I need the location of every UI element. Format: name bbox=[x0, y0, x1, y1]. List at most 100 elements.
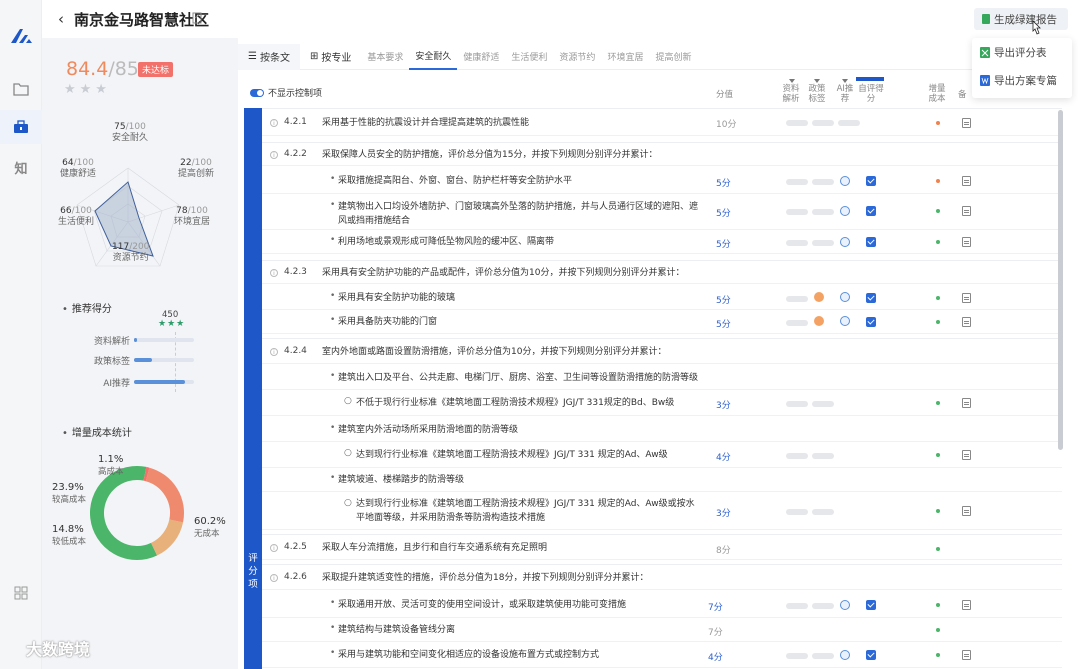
clause-table: 评分项 i 4.2.1 采用基于性能的抗震设计并合理提高建筑的抗震性能 10分 … bbox=[244, 108, 1062, 669]
tab-resources[interactable]: 资源节约 bbox=[553, 44, 601, 70]
doc-icon[interactable] bbox=[962, 506, 971, 516]
section-band-label: 评分项 bbox=[248, 553, 258, 590]
list-item[interactable]: • 建筑坡道、楼梯踏步的防滑等级 bbox=[262, 468, 1062, 492]
header: ‹ 南京金马路智慧社区 生成绿建报告 bbox=[42, 0, 1078, 38]
doc-icon[interactable] bbox=[962, 206, 971, 216]
radar-label-safety: 75/100 安全耐久 bbox=[112, 122, 149, 143]
list-item[interactable]: • 采用具备防夹功能的门窗 5分 bbox=[262, 310, 1062, 334]
self-check[interactable] bbox=[866, 206, 876, 216]
col-cost: 增量成本 bbox=[928, 84, 946, 104]
doc-icon[interactable] bbox=[962, 600, 971, 610]
control-items-toggle[interactable]: 不显示控制项 bbox=[250, 86, 322, 99]
self-check[interactable] bbox=[866, 600, 876, 610]
tab-innovation[interactable]: 提高创新 bbox=[649, 44, 697, 70]
doc-icon[interactable] bbox=[962, 237, 971, 247]
back-chevron-icon[interactable]: ‹ bbox=[58, 10, 64, 28]
doc-icon[interactable] bbox=[962, 293, 971, 303]
ai-icon bbox=[840, 650, 850, 660]
left-rail: 知 bbox=[0, 0, 42, 669]
excel-icon bbox=[980, 46, 990, 58]
list-item[interactable]: • 建筑出入口及平台、公共走廊、电梯门厅、厨房、浴室、卫生间等设置防滑措施的防滑… bbox=[262, 366, 1062, 390]
export-score-table-item[interactable]: 导出评分表 bbox=[972, 38, 1072, 66]
brand-logo-icon bbox=[11, 29, 32, 43]
total-score: 84.4/85 bbox=[66, 58, 139, 80]
mouse-cursor-icon bbox=[1032, 20, 1041, 35]
radar-label-resources: 117/200 资源节约 bbox=[112, 242, 150, 263]
ai-icon bbox=[840, 206, 850, 216]
tab-health[interactable]: 健康舒适 bbox=[457, 44, 505, 70]
info-icon[interactable]: i bbox=[270, 119, 278, 127]
info-icon[interactable]: i bbox=[270, 544, 278, 552]
donut-slice-0 bbox=[90, 466, 158, 560]
tab-safety[interactable]: 安全耐久 bbox=[409, 44, 458, 70]
doc-icon[interactable] bbox=[962, 450, 971, 460]
self-check[interactable] bbox=[866, 237, 876, 247]
col-ai: AI推荐 bbox=[836, 84, 854, 104]
table-row[interactable]: i 4.2.1 采用基于性能的抗震设计并合理提高建筑的抗震性能 10分 bbox=[262, 108, 1062, 136]
status-badge: 未达标 bbox=[138, 62, 174, 77]
tab-by-discipline[interactable]: ⊞ 按专业 bbox=[300, 44, 361, 70]
info-icon[interactable]: i bbox=[270, 348, 278, 356]
doc-icon[interactable] bbox=[962, 650, 971, 660]
tab-by-clause[interactable]: ☰ 按条文 bbox=[238, 43, 300, 70]
export-plan-item[interactable]: 导出方案专篇 bbox=[972, 66, 1072, 94]
edit-icon[interactable] bbox=[192, 12, 203, 24]
col-policy: 政策标签 bbox=[808, 84, 826, 104]
tab-environment[interactable]: 环境宜居 bbox=[601, 44, 649, 70]
tab-basic[interactable]: 基本要求 bbox=[361, 44, 409, 70]
list-item[interactable]: ○ 达到现行行业标准《建筑地面工程防滑技术规程》JGJ/T 331 规定的Ad、… bbox=[262, 492, 1062, 530]
doc-icon[interactable] bbox=[962, 398, 971, 408]
green-doc-icon bbox=[982, 14, 990, 24]
grid-nav-button[interactable] bbox=[0, 576, 42, 610]
self-check[interactable] bbox=[866, 176, 876, 186]
list-item[interactable]: ○ 不低于现行行业标准《建筑地面工程防滑技术规程》JGJ/T 331规定的Bd、… bbox=[262, 390, 1062, 416]
ai-icon bbox=[840, 237, 850, 247]
grid-small-icon: ⊞ bbox=[309, 51, 319, 62]
donut-label-none: 60.2% 无成本 bbox=[194, 516, 226, 539]
doc-icon[interactable] bbox=[962, 118, 971, 128]
self-check[interactable] bbox=[866, 650, 876, 660]
list-item[interactable]: ○ 达到现行行业标准《建筑地面工程防滑技术规程》JGJ/T 331 规定的Ad、… bbox=[262, 442, 1062, 468]
self-check[interactable] bbox=[866, 317, 876, 327]
table-row[interactable]: i 4.2.3 采用具有安全防护功能的产品或配件，评价总分值为10分，并按下列规… bbox=[262, 260, 1062, 284]
info-icon[interactable]: i bbox=[270, 574, 278, 582]
page-title: 南京金马路智慧社区 bbox=[74, 11, 210, 29]
list-icon: ☰ bbox=[248, 51, 257, 62]
list-item[interactable]: • 建筑结构与建筑设备管线分离 7分 bbox=[262, 618, 1062, 642]
generate-report-button[interactable]: 生成绿建报告 bbox=[974, 8, 1068, 30]
table-row[interactable]: i 4.2.2 采取保障人员安全的防护措施，评价总分值为15分，并按下列规则分别… bbox=[262, 142, 1062, 166]
toolbox-nav-button[interactable] bbox=[0, 110, 42, 144]
recommend-score-title: 推荐得分 bbox=[62, 300, 112, 315]
recommend-stars: ★★★ bbox=[158, 319, 186, 329]
grid-icon bbox=[14, 586, 28, 600]
policy-icon bbox=[814, 316, 824, 326]
knowledge-nav-button[interactable]: 知 bbox=[0, 150, 42, 184]
table-row[interactable]: i 4.2.4 室内外地面或路面设置防滑措施，评价总分值为10分，并按下列规则分… bbox=[262, 338, 1062, 364]
scrollbar[interactable] bbox=[1058, 110, 1063, 450]
table-row[interactable]: i 4.2.5 采取人车分流措施，且步行和自行车交通系统有充足照明 8分 bbox=[262, 534, 1062, 560]
list-item[interactable]: • 采取通用开放、灵活可变的使用空间设计，或采取建筑使用功能可变措施 7分 bbox=[262, 592, 1062, 618]
self-check[interactable] bbox=[866, 293, 876, 303]
list-item[interactable]: • 采用具有安全防护功能的玻璃 5分 bbox=[262, 286, 1062, 310]
info-icon[interactable]: i bbox=[270, 151, 278, 159]
doc-icon[interactable] bbox=[962, 317, 971, 327]
info-icon[interactable]: i bbox=[270, 269, 278, 277]
doc-icon[interactable] bbox=[962, 176, 971, 186]
col-score: 分值 bbox=[716, 90, 734, 100]
toggle-switch[interactable] bbox=[250, 88, 264, 97]
list-item[interactable]: • 建筑物出入口均设外墙防护、门窗玻璃高外坠落的防护措施，并与人员通行区域的遮阳… bbox=[262, 194, 1062, 230]
list-item[interactable]: • 采用与建筑功能和空间变化相适应的设备设施布置方式或控制方式 4分 bbox=[262, 642, 1062, 668]
rating-stars: ★★★ bbox=[64, 82, 111, 97]
list-item[interactable]: • 利用场地或景观形成可降低坠物风险的缓冲区、隔离带 5分 bbox=[262, 230, 1062, 254]
toolbox-icon bbox=[14, 120, 28, 133]
rec-track-0 bbox=[134, 338, 194, 342]
section-band: 评分项 bbox=[244, 108, 262, 669]
table-row[interactable]: i 4.2.6 采取提升建筑适变性的措施，评价总分值为18分，并按下列规则分别评… bbox=[262, 564, 1062, 590]
list-item[interactable]: • 采取措施提高阳台、外窗、窗台、防护栏杆等安全防护水平 5分 bbox=[262, 168, 1062, 194]
folder-nav-button[interactable] bbox=[0, 72, 42, 106]
rec-label-1: 政策标签 bbox=[93, 357, 130, 367]
donut-slice-3 bbox=[143, 466, 150, 482]
radar-label-comfort: 64/100 健康舒适 bbox=[60, 158, 97, 179]
tab-convenience[interactable]: 生活便利 bbox=[505, 44, 553, 70]
list-item[interactable]: • 建筑室内外活动场所采用防滑地面的防滑等级 bbox=[262, 418, 1062, 442]
